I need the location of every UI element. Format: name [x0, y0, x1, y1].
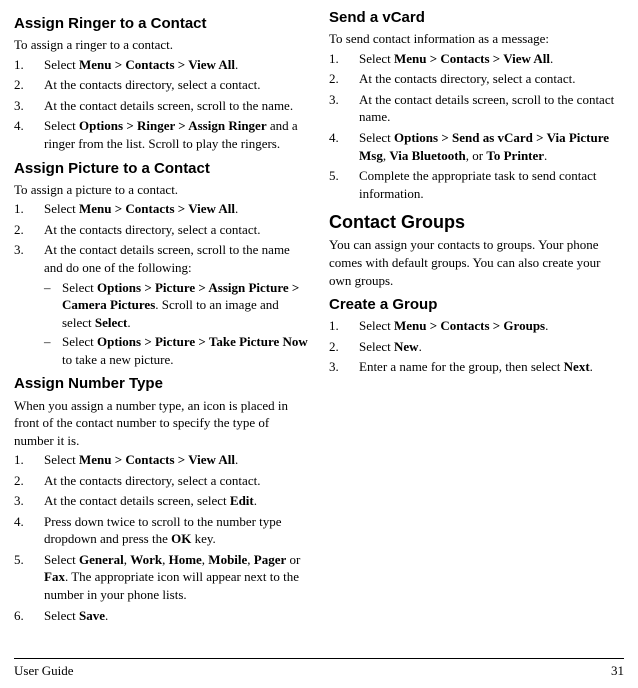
heading-create-group: Create a Group: [329, 295, 624, 315]
intro-text: To send contact information as a message…: [329, 30, 624, 48]
list-item: 2.At the contacts directory, select a co…: [14, 76, 309, 94]
list-item: 4.Select Options > Ringer > Assign Ringe…: [14, 117, 309, 152]
list-item: 3.Enter a name for the group, then selec…: [329, 358, 624, 376]
list-item: 3.At the contact details screen, select …: [14, 492, 309, 510]
list-item: 2.At the contacts directory, select a co…: [14, 472, 309, 490]
list-item: 4.Select Options > Send as vCard > Via P…: [329, 129, 624, 164]
sublist: –Select Options > Picture > Assign Pictu…: [44, 279, 309, 369]
intro-text: When you assign a number type, an icon i…: [14, 397, 309, 450]
heading-vcard: Send a vCard: [329, 8, 624, 28]
heading-number-type: Assign Number Type: [14, 374, 309, 394]
steps-ringer: 1.Select Menu > Contacts > View All. 2.A…: [14, 56, 309, 153]
heading-contact-groups: Contact Groups: [329, 210, 624, 234]
steps-create-group: 1.Select Menu > Contacts > Groups. 2.Sel…: [329, 317, 624, 376]
list-item: 5.Select General, Work, Home, Mobile, Pa…: [14, 551, 309, 604]
list-item: 3.At the contact details screen, scroll …: [14, 97, 309, 115]
intro-text: To assign a ringer to a contact.: [14, 36, 309, 54]
steps-vcard: 1.Select Menu > Contacts > View All. 2.A…: [329, 50, 624, 202]
intro-text: To assign a picture to a contact.: [14, 181, 309, 199]
page-number: 31: [611, 662, 624, 680]
list-item: 1.Select Menu > Contacts > View All.: [14, 56, 309, 74]
list-item: –Select Options > Picture > Take Picture…: [44, 333, 309, 368]
heading-assign-picture: Assign Picture to a Contact: [14, 159, 309, 179]
list-item: 2.Select New.: [329, 338, 624, 356]
list-item: 1.Select Menu > Contacts > View All.: [329, 50, 624, 68]
list-item: 2.At the contacts directory, select a co…: [14, 221, 309, 239]
list-item: 5.Complete the appropriate task to send …: [329, 167, 624, 202]
page-footer: User Guide 31: [14, 658, 624, 680]
list-item: 6.Select Save.: [14, 607, 309, 625]
intro-text: You can assign your contacts to groups. …: [329, 236, 624, 289]
list-item: 4.Press down twice to scroll to the numb…: [14, 513, 309, 548]
list-item: 2.At the contacts directory, select a co…: [329, 70, 624, 88]
heading-assign-ringer: Assign Ringer to a Contact: [14, 14, 309, 34]
list-item: 1.Select Menu > Contacts > View All.: [14, 451, 309, 469]
list-item: 1.Select Menu > Contacts > View All.: [14, 200, 309, 218]
content-columns: Assign Ringer to a Contact To assign a r…: [14, 8, 624, 646]
list-item: 3.At the contact details screen, scroll …: [329, 91, 624, 126]
steps-numtype: 1.Select Menu > Contacts > View All. 2.A…: [14, 451, 309, 624]
list-item: 3.At the contact details screen, scroll …: [14, 241, 309, 368]
list-item: 1.Select Menu > Contacts > Groups.: [329, 317, 624, 335]
steps-picture: 1.Select Menu > Contacts > View All. 2.A…: [14, 200, 309, 368]
list-item: –Select Options > Picture > Assign Pictu…: [44, 279, 309, 332]
footer-title: User Guide: [14, 662, 74, 680]
